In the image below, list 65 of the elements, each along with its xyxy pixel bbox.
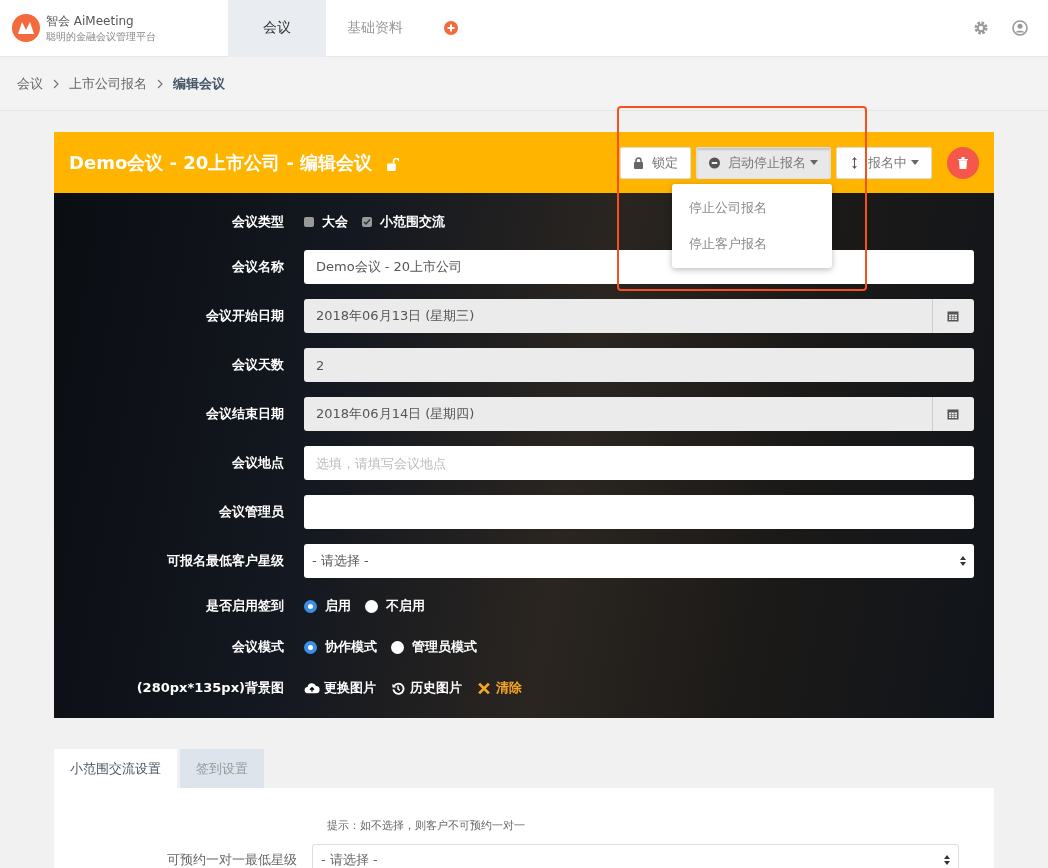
- calendar-icon: [947, 310, 960, 322]
- trash-icon: [958, 156, 968, 169]
- brand-name: 智会 AiMeeting: [46, 12, 135, 30]
- padlock-icon: [633, 156, 644, 169]
- image-action-link[interactable]: 清除: [476, 679, 522, 697]
- caret-icon: [810, 160, 818, 165]
- select-field[interactable]: - 请选择 -: [312, 844, 959, 868]
- brand-tagline: 聪明的金融会议管理平台: [46, 29, 156, 44]
- delete-button[interactable]: [947, 146, 979, 179]
- checkbox-label: 大会: [322, 213, 348, 231]
- radio-label: 协作模式: [325, 638, 377, 656]
- form-label: 会议地点: [231, 454, 284, 472]
- date-field[interactable]: 2018年06月14日 (星期四): [304, 397, 932, 431]
- nav-tab[interactable]: 会议: [228, 0, 326, 57]
- image-action-link[interactable]: 更换图片: [304, 679, 376, 697]
- updown-caret-icon: [960, 556, 966, 566]
- vertical-arrows-icon: [849, 156, 860, 169]
- breadcrumb-link[interactable]: 上市公司报名: [69, 74, 147, 93]
- card-title: Demo会议 - 20上市公司 - 编辑会议: [69, 150, 373, 175]
- hint-text: 提示：如不选择，则客户不可预约一对一: [327, 818, 526, 833]
- form-label: 会议天数: [231, 356, 284, 374]
- toolbar-button[interactable]: 启动停止报名: [696, 146, 831, 179]
- chevron-icon: [53, 78, 59, 89]
- form-label: 会议名称: [231, 258, 284, 276]
- radio-label: 启用: [325, 597, 351, 615]
- checkbox[interactable]: [304, 217, 314, 227]
- image-action-link[interactable]: 历史图片: [390, 679, 462, 697]
- form-label: 会议开始日期: [205, 307, 284, 325]
- form-label: 是否启用签到: [205, 597, 284, 615]
- input-field[interactable]: [304, 495, 974, 529]
- settings-tab[interactable]: 小范围交流设置: [54, 749, 177, 788]
- checkbox[interactable]: [362, 217, 372, 227]
- toolbar-button[interactable]: 报名中: [836, 146, 932, 179]
- calendar-button[interactable]: [931, 397, 974, 431]
- user-icon[interactable]: [1012, 20, 1028, 36]
- radio-label: 管理员模式: [412, 638, 477, 656]
- close-icon: [476, 681, 492, 695]
- calendar-button[interactable]: [931, 299, 974, 333]
- minus-circle-icon: [709, 156, 720, 169]
- radio-label: 不启用: [386, 597, 425, 615]
- updown-caret-icon: [944, 855, 950, 865]
- history-icon: [390, 681, 406, 695]
- select-field[interactable]: - 请选择 -: [304, 544, 974, 578]
- toolbar-button[interactable]: 锁定: [620, 146, 691, 179]
- date-field[interactable]: 2018年06月13日 (星期三): [304, 299, 932, 333]
- input-field[interactable]: 选填，请填写会议地点: [304, 446, 974, 480]
- settings-icon[interactable]: [973, 20, 989, 36]
- input-field[interactable]: 2: [304, 348, 974, 382]
- logo-icon: [12, 14, 40, 42]
- cloud-upload-icon: [304, 681, 320, 695]
- breadcrumb-current: 编辑会议: [173, 74, 225, 93]
- chevron-icon: [157, 78, 163, 89]
- form-label: 可预约一对一最低星级: [166, 851, 297, 868]
- form-label: 会议管理员: [218, 503, 284, 521]
- form-label: 会议模式: [231, 638, 284, 656]
- menu-item[interactable]: 停止公司报名: [672, 189, 832, 226]
- form-label: 可报名最低客户星级: [166, 552, 284, 570]
- form-label: 会议结束日期: [205, 405, 284, 423]
- breadcrumb-link[interactable]: 会议: [17, 74, 43, 93]
- form-label: (280px*135px)背景图: [135, 679, 284, 697]
- form-label: 会议类型: [231, 213, 284, 231]
- add-icon[interactable]: [444, 21, 458, 35]
- checkbox-label: 小范围交流: [380, 213, 445, 231]
- calendar-icon: [947, 408, 960, 420]
- caret-icon: [911, 160, 919, 165]
